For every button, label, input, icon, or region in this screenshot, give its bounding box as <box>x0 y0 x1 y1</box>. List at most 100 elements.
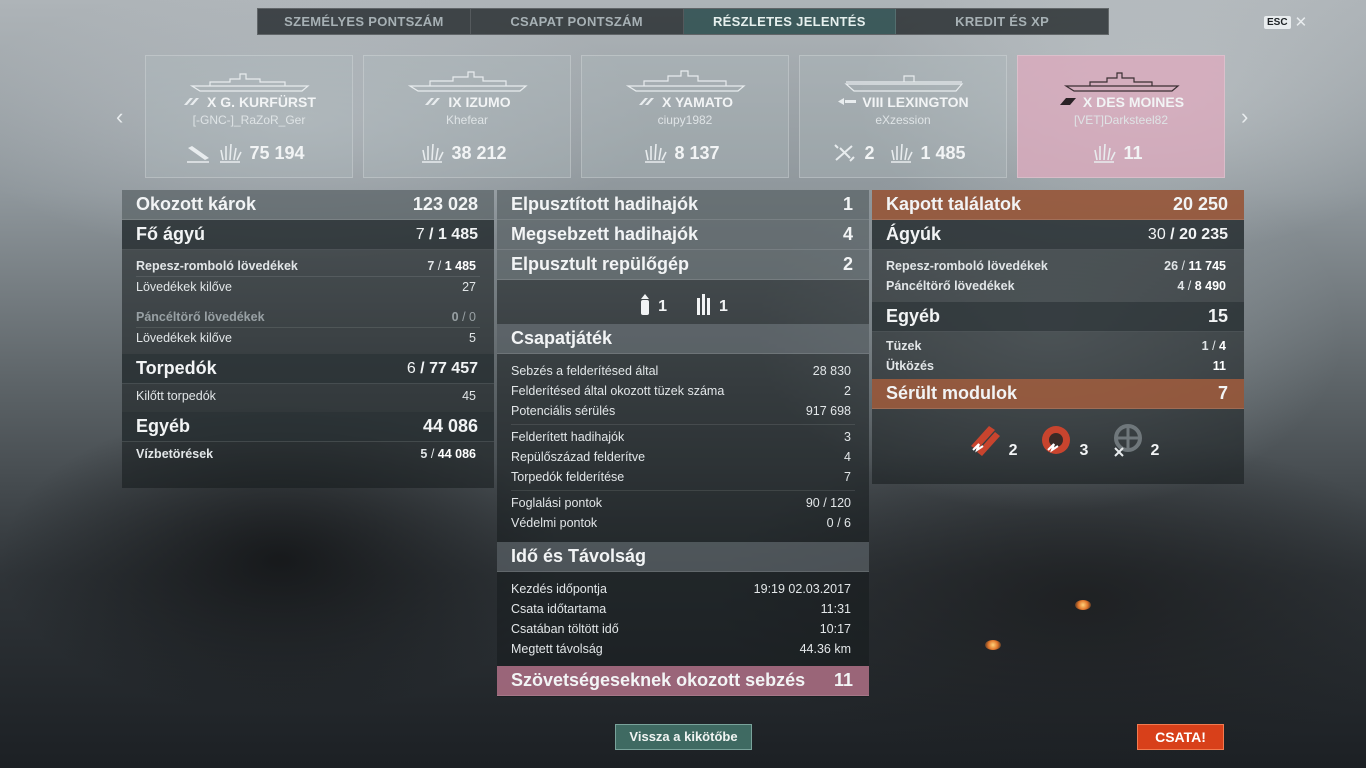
battle-button[interactable]: CSATA! <box>1137 724 1224 750</box>
player-name: eXzession <box>875 113 931 127</box>
damage-explosion-icon <box>422 143 445 163</box>
time-in-battle-row: Csatában töltött idő 10:17 <box>511 622 851 636</box>
fighter-kills-value: 1 <box>658 298 667 315</box>
ship-name: VIII LEXINGTON <box>862 94 969 110</box>
flooding-row: Vízbetörések 5 / 44 086 <box>136 447 476 461</box>
ship-card[interactable]: X G. KURFÜRST [-GNC-]_RaZoR_Ger 75 194 <box>145 55 353 178</box>
damage-explosion-icon <box>220 143 243 163</box>
ap-fired-row: Lövedékek kilőve 5 <box>136 331 476 345</box>
damage-received-total: 20 250 <box>1172 194 1228 214</box>
damage-dealt-panel: Okozott károk 123 028 Fő ágyú 7 / 1 485 … <box>122 190 494 488</box>
ramming-row: Ütközés 11 <box>886 359 1226 373</box>
torpedo-hits: 6 <box>406 359 416 377</box>
distance-row: Megtett távolság 44.36 km <box>511 642 851 656</box>
return-to-port-button[interactable]: Vissza a kikötőbe <box>615 724 752 750</box>
plane-shot-down-icon <box>834 144 856 162</box>
battleship-silhouette-icon <box>408 71 528 92</box>
torpedoes-fired-row: Kilőtt torpedók 45 <box>136 389 476 403</box>
fighter-plane-icon <box>641 294 650 315</box>
prev-arrow-icon[interactable]: ‹ <box>116 104 123 130</box>
tab-team-score[interactable]: CSAPAT PONTSZÁM <box>471 9 684 34</box>
damage-received-title: Kapott találatok <box>886 194 1022 214</box>
other-damage-value: 44 086 <box>422 416 478 436</box>
esc-close-button[interactable]: ESC ✕ <box>1264 13 1307 31</box>
damage-explosion-icon <box>645 143 668 163</box>
ships-spotted-row: Felderített hadihajók 3 <box>511 430 851 444</box>
damage-dealt-title: Okozott károk <box>136 194 257 214</box>
he-shells-row: Repesz-romboló lövedékek 7 / 1 485 <box>136 259 476 273</box>
steering-gear-value: 2 <box>1150 442 1160 459</box>
tab-credits-xp[interactable]: KREDIT ÉS XP <box>896 9 1108 34</box>
damage-dealt-total: 123 028 <box>412 194 478 214</box>
battle-duration-row: Csata időtartama 11:31 <box>511 602 851 616</box>
ally-damage-label: Szövetségeseknek okozott sebzés <box>511 670 806 690</box>
engine-icon <box>1041 426 1070 454</box>
ship-card[interactable]: IX IZUMO Khefear 38 212 <box>363 55 571 178</box>
player-name: ciupy1982 <box>657 113 713 127</box>
tab-personal-score[interactable]: SZEMÉLYES PONTSZÁM <box>258 9 471 34</box>
spotting-fires-row: Felderítésed által okozott tüzek száma 2 <box>511 384 851 398</box>
battleship-silhouette-icon <box>626 70 746 92</box>
damaged-modules-total: 7 <box>1217 383 1228 403</box>
fire-glow <box>985 640 1001 650</box>
capture-points-row: Foglalási pontok 90 / 120 <box>511 496 851 510</box>
ship-card-highlighted[interactable]: X DES MOINES [VET]Darksteel82 11 <box>1017 55 1225 178</box>
next-arrow-icon[interactable]: › <box>1241 104 1248 130</box>
guns-hits: 30 <box>1147 225 1166 243</box>
main-battery-hits: 7 <box>415 225 425 243</box>
defense-points-row: Védelmi pontok 0 / 6 <box>511 516 851 530</box>
torpedoes-label: Torpedók <box>136 358 217 378</box>
time-distance-title: Idő és Távolság <box>511 546 647 566</box>
ship-name: IX IZUMO <box>448 94 511 110</box>
battleship-class-icon <box>423 93 443 105</box>
tab-detailed-report[interactable]: RÉSZLETES JELENTÉS <box>683 9 897 34</box>
planes-destroyed-value: 2 <box>864 142 875 163</box>
fire-glow <box>1075 600 1091 610</box>
damage-received-panel: Kapott találatok 20 250 Ágyúk 30 / 20 23… <box>872 190 1244 484</box>
damage-value: 8 137 <box>674 142 720 163</box>
cruiser-class-icon <box>1058 93 1078 105</box>
fires-row: Tüzek 1 / 4 <box>886 339 1226 353</box>
player-name: [-GNC-]_RaZoR_Ger <box>192 113 306 127</box>
bomber-plane-icon <box>697 294 710 315</box>
carrier-silhouette-icon <box>844 75 964 92</box>
player-name: Khefear <box>445 113 489 127</box>
torpedo-tubes-icon <box>970 426 1000 456</box>
battle-start-row: Kezdés időpontja 19:19 02.03.2017 <box>511 582 851 596</box>
ships-damaged-label: Megsebzett hadihajók <box>511 224 699 244</box>
torpedoes-spotted-row: Torpedók felderítése 7 <box>511 470 851 484</box>
damage-value: 75 194 <box>249 142 305 163</box>
other-damage-label: Egyéb <box>136 416 191 436</box>
damage-explosion-icon <box>1094 143 1117 163</box>
planes-destroyed-label: Elpusztult repülőgép <box>511 254 689 274</box>
damage-value: 1 485 <box>920 142 966 163</box>
planes-destroyed-value: 2 <box>842 254 853 274</box>
carrier-class-icon <box>837 93 857 105</box>
ship-card[interactable]: VIII LEXINGTON eXzession 2 1 485 <box>799 55 1007 178</box>
main-battery-label: Fő ágyú <box>136 224 206 244</box>
ships-destroyed-value: 1 <box>842 194 853 214</box>
ship-name: X G. KURFÜRST <box>207 94 316 110</box>
ship-card[interactable]: X YAMATO ciupy1982 8 137 <box>581 55 789 178</box>
ships-destroyed-label: Elpusztított hadihajók <box>511 194 698 214</box>
cruiser-silhouette-icon <box>1063 72 1180 92</box>
top-tabs: SZEMÉLYES PONTSZÁM CSAPAT PONTSZÁM RÉSZL… <box>257 8 1109 35</box>
ap-shells-row: Páncéltörő lövedékek 0 / 0 <box>136 310 476 324</box>
ship-name: X YAMATO <box>661 94 734 110</box>
damage-value: 38 212 <box>451 142 507 163</box>
ally-damage-value: 11 <box>833 670 853 690</box>
middle-stats-panel: Elpusztított hadihajók 1 Megsebzett hadi… <box>497 190 869 697</box>
received-he-row: Repesz-romboló lövedékek 26 / 11 745 <box>886 259 1226 273</box>
damage-explosion-icon <box>891 143 914 163</box>
bomber-kills-value: 1 <box>719 298 728 315</box>
guns-label: Ágyúk <box>886 224 942 244</box>
close-icon: ✕ <box>1294 14 1308 31</box>
torpedo-damage: 77 457 <box>429 359 478 377</box>
ship-name: X DES MOINES <box>1082 94 1185 110</box>
squadrons-spotted-row: Repülőszázad felderítve 4 <box>511 450 851 464</box>
potential-damage-row: Potenciális sérülés 917 698 <box>511 404 851 418</box>
spotting-damage-row: Sebzés a felderítésed által 28 830 <box>511 364 851 378</box>
ships-damaged-value: 4 <box>842 224 853 244</box>
teamplay-title: Csapatjáték <box>511 328 613 348</box>
engine-value: 3 <box>1079 442 1089 459</box>
